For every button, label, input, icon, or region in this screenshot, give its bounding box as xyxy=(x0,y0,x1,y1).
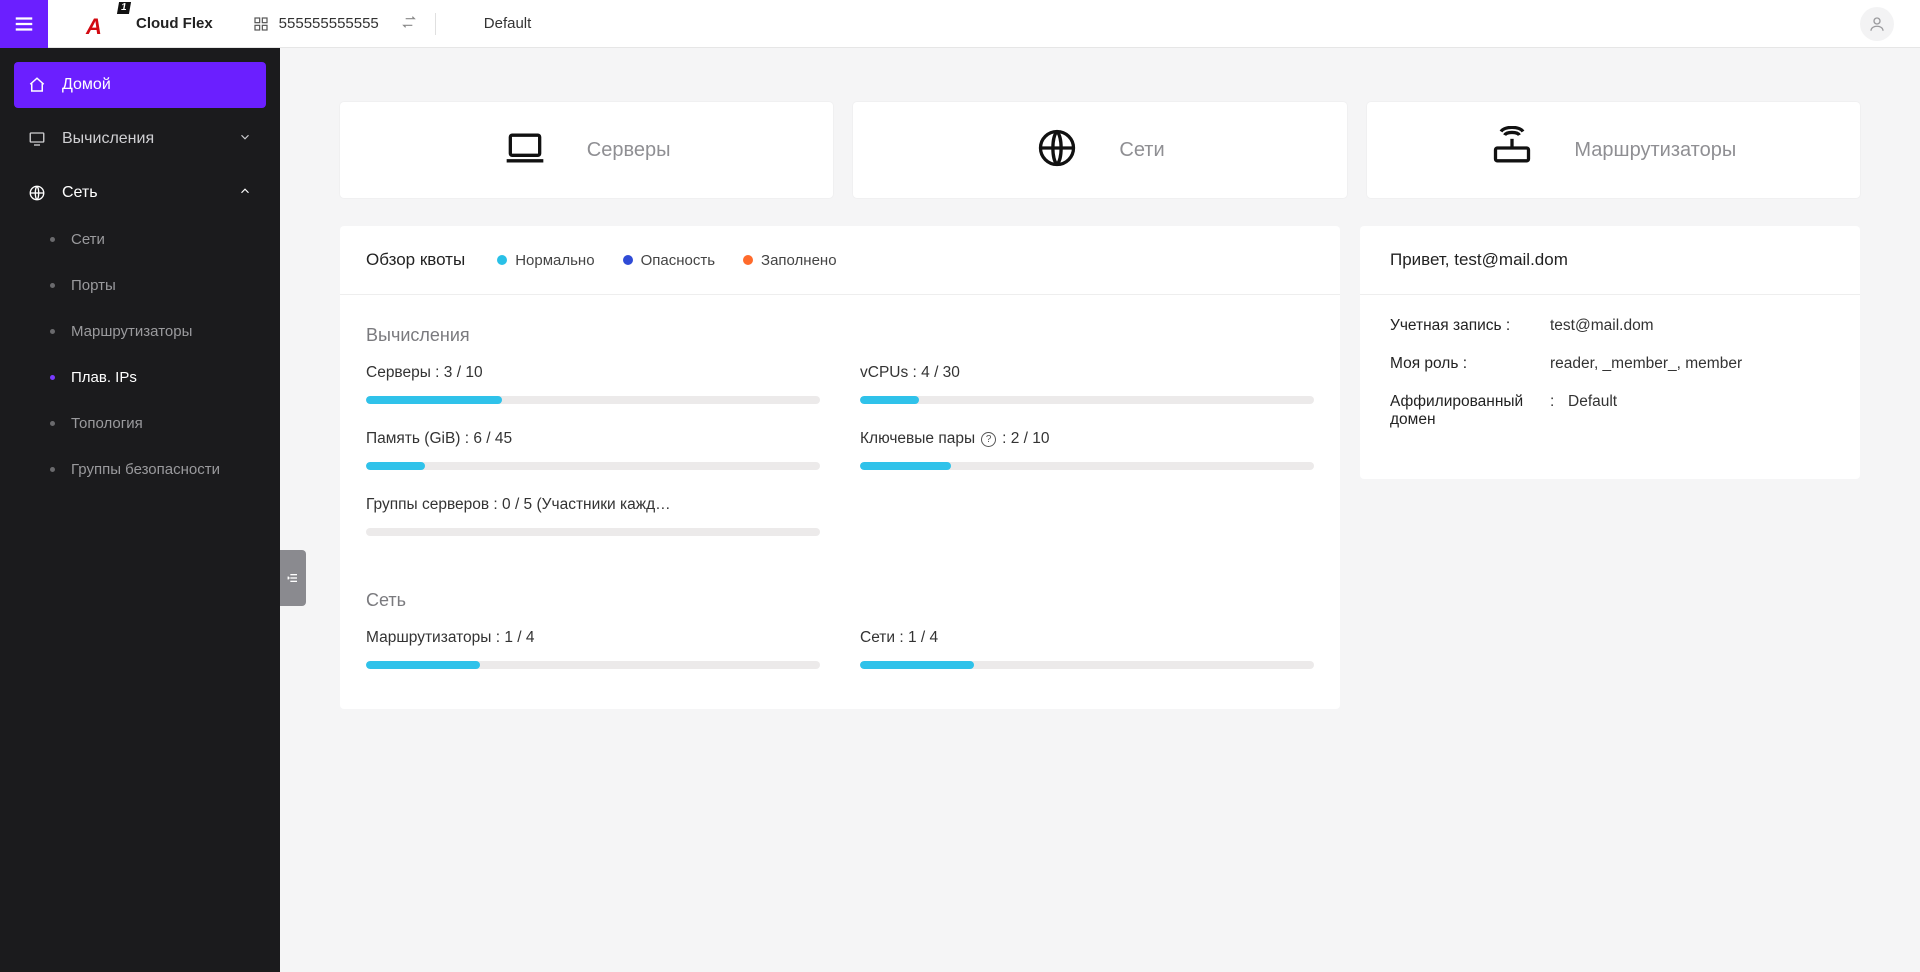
monitor-icon xyxy=(28,130,46,148)
home-icon xyxy=(28,76,46,94)
swap-icon[interactable] xyxy=(401,14,417,34)
metric-label: Ключевые пары ? : 2 / 10 xyxy=(860,430,1314,448)
menu-toggle-button[interactable] xyxy=(0,0,48,48)
progress-bar xyxy=(366,462,820,470)
metric-servers: Серверы : 3 / 10 xyxy=(366,364,820,404)
tile-routers[interactable]: Маршрутизаторы xyxy=(1367,102,1860,198)
globe-icon xyxy=(28,184,46,202)
sidebar-item-label: Порты xyxy=(71,277,116,294)
sidebar-item-security-groups[interactable]: Группы безопасности xyxy=(14,446,266,492)
sidebar-group-network[interactable]: Сеть xyxy=(14,170,266,216)
help-icon[interactable]: ? xyxy=(981,432,996,447)
row-key: Моя роль : xyxy=(1390,355,1540,373)
tile-title: Маршрутизаторы xyxy=(1574,139,1736,162)
metric-memory: Память (GiB) : 6 / 45 xyxy=(366,430,820,470)
sidebar-item-label: Сети xyxy=(71,231,105,248)
metric-label: vCPUs : 4 / 30 xyxy=(860,364,1314,382)
metric-label: Сети : 1 / 4 xyxy=(860,629,1314,647)
sidebar-item-ports[interactable]: Порты xyxy=(14,262,266,308)
divider xyxy=(435,13,436,35)
topbar: A1 Cloud Flex 555555555555 Default xyxy=(0,0,1920,48)
quota-panel: Обзор квоты Нормально Опасность Заполнен… xyxy=(340,226,1340,709)
globe-icon xyxy=(1035,126,1079,175)
router-icon xyxy=(1490,126,1534,175)
progress-bar xyxy=(860,661,1314,669)
laptop-icon xyxy=(503,126,547,175)
metric-server-groups: Группы серверов : 0 / 5 (Участники кажд… xyxy=(366,496,820,536)
user-row-role: Моя роль : reader, _member_, member xyxy=(1390,355,1830,373)
sidebar-item-label: Вычисления xyxy=(62,130,154,148)
quota-header: Обзор квоты Нормально Опасность Заполнен… xyxy=(340,226,1340,295)
row-value: reader, _member_, member xyxy=(1550,355,1830,373)
progress-bar xyxy=(366,528,820,536)
metric-label: Серверы : 3 / 10 xyxy=(366,364,820,382)
sidebar-item-routers[interactable]: Маршрутизаторы xyxy=(14,308,266,354)
user-icon xyxy=(1868,15,1886,33)
sidebar-item-floating-ips[interactable]: Плав. IPs xyxy=(14,354,266,400)
chevron-down-icon xyxy=(238,130,252,149)
account-id: 555555555555 xyxy=(279,15,379,32)
tile-networks[interactable]: Сети xyxy=(853,102,1346,198)
metric-routers: Маршрутизаторы : 1 / 4 xyxy=(366,629,820,669)
sidebar-item-label: Топология xyxy=(71,415,143,432)
row-key: Учетная запись : xyxy=(1390,317,1540,335)
sidebar-group-compute[interactable]: Вычисления xyxy=(14,116,266,162)
progress-bar xyxy=(366,661,820,669)
sidebar-item-label: Маршрутизаторы xyxy=(71,323,192,340)
a1-logo-icon: A1 xyxy=(86,8,126,40)
metric-label: Маршрутизаторы : 1 / 4 xyxy=(366,629,820,647)
account-id-display[interactable]: 555555555555 xyxy=(253,14,417,34)
list-icon xyxy=(285,570,301,586)
sidebar-item-label: Сеть xyxy=(62,184,98,202)
row-key: Аффилированный домен xyxy=(1390,393,1540,429)
legend-warn: Опасность xyxy=(623,252,715,269)
progress-bar xyxy=(860,462,1314,470)
metric-keypairs: Ключевые пары ? : 2 / 10 xyxy=(860,430,1314,470)
brand-logo[interactable]: A1 Cloud Flex xyxy=(86,8,213,40)
drawer-toggle-button[interactable] xyxy=(280,550,306,606)
user-avatar-button[interactable] xyxy=(1860,7,1894,41)
metric-label: Группы серверов : 0 / 5 (Участники кажд… xyxy=(366,496,820,514)
chevron-up-icon xyxy=(238,184,252,203)
grid-icon xyxy=(253,16,269,32)
sidebar-item-home[interactable]: Домой xyxy=(14,62,266,108)
progress-bar xyxy=(366,396,820,404)
sidebar-item-label: Домой xyxy=(62,76,111,94)
tile-servers[interactable]: Серверы xyxy=(340,102,833,198)
legend-full: Заполнено xyxy=(743,252,837,269)
metric-nets: Сети : 1 / 4 xyxy=(860,629,1314,669)
quota-title: Обзор квоты xyxy=(366,250,465,270)
user-row-account: Учетная запись : test@mail.dom xyxy=(1390,317,1830,335)
sidebar-item-topology[interactable]: Топология xyxy=(14,400,266,446)
row-value: test@mail.dom xyxy=(1550,317,1830,335)
sidebar-item-label: Группы безопасности xyxy=(71,461,220,478)
sidebar: Домой Вычисления Сеть Сети Порты Маршрут… xyxy=(0,48,280,972)
metric-vcpus: vCPUs : 4 / 30 xyxy=(860,364,1314,404)
metric-label: Память (GiB) : 6 / 45 xyxy=(366,430,820,448)
tile-title: Сети xyxy=(1119,139,1164,162)
tile-title: Серверы xyxy=(587,139,671,162)
row-value: Default xyxy=(1568,393,1830,429)
user-row-domain: Аффилированный домен : Default xyxy=(1390,393,1830,429)
brand-name: Cloud Flex xyxy=(136,15,213,32)
content-scroll[interactable]: Серверы Сети Маршрутизаторы xyxy=(280,48,1920,972)
legend-normal: Нормально xyxy=(497,252,594,269)
sidebar-item-networks[interactable]: Сети xyxy=(14,216,266,262)
progress-bar xyxy=(860,396,1314,404)
section-compute-title: Вычисления xyxy=(366,325,1314,346)
user-greeting: Привет, test@mail.dom xyxy=(1360,226,1860,295)
sidebar-item-label: Плав. IPs xyxy=(71,369,137,386)
hamburger-icon xyxy=(13,13,35,35)
user-panel: Привет, test@mail.dom Учетная запись : t… xyxy=(1360,226,1860,479)
section-network-title: Сеть xyxy=(366,590,1314,611)
summary-tiles: Серверы Сети Маршрутизаторы xyxy=(340,102,1860,198)
project-selector[interactable]: Default xyxy=(484,15,532,32)
